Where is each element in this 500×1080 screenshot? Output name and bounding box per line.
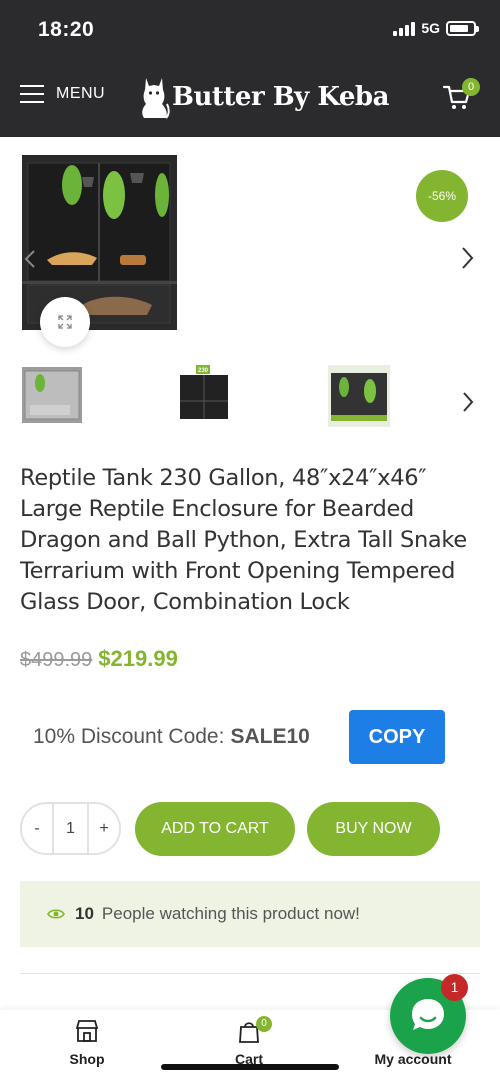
product-gallery: -56% (0, 137, 500, 357)
watching-notice: 10 People watching this product now! (20, 881, 480, 947)
chevron-left-icon[interactable] (22, 249, 38, 269)
battery-icon (446, 20, 479, 36)
brand-logo[interactable]: Butter By Keba (138, 74, 389, 120)
site-header: MENU Butter By Keba 0 (0, 60, 500, 137)
thumbnail-badge: 230 (198, 368, 209, 374)
status-icons: 5G (393, 20, 479, 36)
sale-badge: -56% (416, 170, 468, 222)
home-indicator (161, 1064, 339, 1070)
header-cart-button[interactable]: 0 (442, 78, 480, 116)
signal-icon (393, 20, 416, 36)
product-title: Reptile Tank 230 Gallon, 48″x24″x46″ Lar… (20, 465, 467, 615)
menu-label: MENU (56, 85, 106, 102)
quantity-input[interactable]: 1 (52, 804, 89, 853)
chat-notification-badge: 1 (441, 974, 468, 1001)
expand-icon (58, 315, 72, 329)
menu-button[interactable]: MENU (20, 85, 105, 103)
network-label: 5G (421, 20, 440, 36)
buy-now-button[interactable]: BUY NOW (307, 802, 440, 856)
discount-code: SALE10 (230, 725, 310, 748)
copy-code-button[interactable]: COPY (349, 710, 445, 764)
thumbnail-3[interactable] (328, 365, 390, 427)
menu-icon (20, 85, 44, 103)
nav-item-shop[interactable]: Shop (52, 1018, 122, 1067)
status-time: 18:20 (38, 18, 95, 41)
thumbnail-1[interactable] (22, 367, 82, 423)
product-main-image[interactable] (22, 155, 177, 330)
discount-row: 10% Discount Code: SALE10 (33, 710, 310, 764)
quantity-decrease-button[interactable]: - (22, 820, 52, 838)
nav-label-shop: Shop (69, 1051, 105, 1067)
nav-item-cart[interactable]: 0 Cart (214, 1016, 284, 1067)
watching-text: People watching this product now! (101, 904, 360, 923)
original-price: $499.99 (20, 649, 93, 671)
eye-icon (47, 909, 65, 919)
divider (20, 973, 480, 974)
status-bar: 18:20 5G (0, 0, 500, 60)
cart-count-badge: 0 (462, 78, 480, 96)
quantity-stepper: - 1 + (20, 802, 121, 855)
thumbnail-2[interactable]: 230 (172, 365, 236, 425)
quantity-increase-button[interactable]: + (89, 820, 119, 838)
shop-icon (75, 1020, 99, 1042)
cat-logo-icon (142, 78, 170, 119)
thumbnail-next-icon[interactable] (460, 390, 476, 414)
nav-cart-badge: 0 (256, 1016, 272, 1032)
price-row: $499.99 $219.99 (20, 646, 178, 672)
brand-name: Butter By Keba (172, 82, 389, 112)
thumbnail-strip: 230 (0, 360, 500, 435)
zoom-button[interactable] (40, 297, 90, 347)
discount-label: 10% Discount Code: (33, 725, 225, 748)
sale-price: $219.99 (98, 646, 178, 671)
add-to-cart-button[interactable]: ADD TO CART (135, 802, 295, 856)
chevron-right-icon[interactable] (458, 245, 476, 271)
watching-count: 10 (75, 904, 94, 923)
